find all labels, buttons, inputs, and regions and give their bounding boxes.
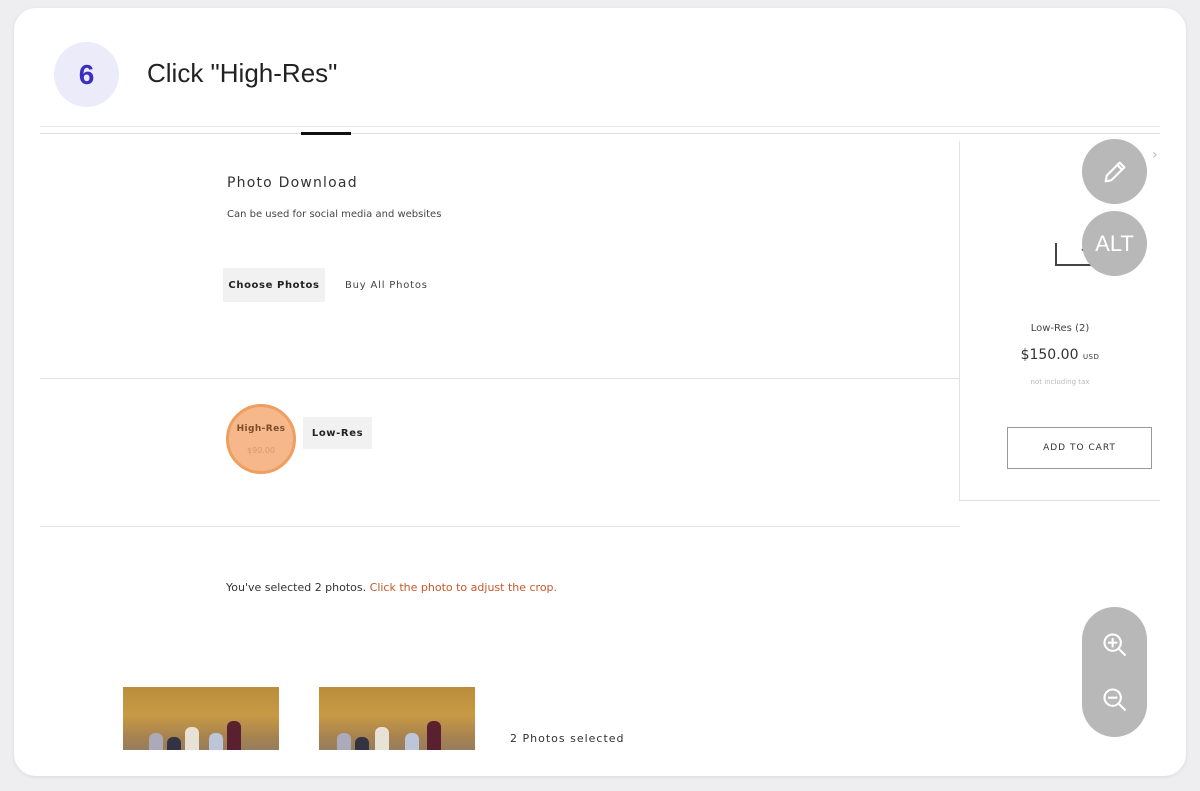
photo-figure (185, 727, 199, 750)
cart-item-label: Low-Res (2) (1030, 323, 1090, 334)
product-description: Can be used for social media and website… (227, 209, 442, 220)
divider (40, 526, 960, 527)
low-res-option[interactable]: Low-Res (303, 417, 372, 449)
step-instruction: Click "High-Res" (147, 58, 338, 88)
zoom-out-icon[interactable] (1101, 686, 1129, 714)
high-res-price: $90.00 (247, 445, 275, 455)
crop-hint: Click the photo to adjust the crop. (369, 581, 558, 594)
photo-figure (355, 737, 369, 750)
chevron-right-icon[interactable]: › (1152, 147, 1158, 163)
photo-figure (167, 737, 181, 750)
photo-figure (149, 733, 163, 750)
selected-photo-1[interactable] (123, 687, 279, 750)
choose-photos-button[interactable]: Choose Photos (223, 268, 325, 302)
alt-text-button[interactable]: ALT (1082, 211, 1147, 276)
selection-text: You've selected 2 photos. (226, 581, 367, 594)
step-number-badge: 6 (54, 42, 119, 107)
high-res-label: High-Res (236, 423, 286, 434)
selected-photo-2[interactable] (319, 687, 475, 750)
cart-price: $150.00 (1020, 347, 1079, 363)
photo-figure (427, 721, 441, 750)
product-title: Photo Download (227, 175, 358, 191)
selection-status: You've selected 2 photos. Click the phot… (226, 581, 557, 594)
cart-currency: USD (1082, 353, 1100, 361)
screenshot-frame: Photo Download Can be used for social me… (40, 126, 1160, 750)
photo-figure (209, 733, 223, 750)
cart-price-row: $150.00 USD (960, 347, 1160, 363)
zoom-controls (1082, 607, 1147, 737)
photo-figure (375, 727, 389, 750)
divider (40, 378, 960, 379)
buy-all-photos-button[interactable]: Buy All Photos (345, 280, 428, 291)
active-tab-indicator (301, 132, 351, 135)
edit-button[interactable] (1082, 139, 1147, 204)
tab-bar-divider (40, 133, 1160, 134)
pencil-icon (1104, 161, 1125, 182)
photos-selected-count: 2 Photos selected (510, 732, 625, 745)
zoom-in-icon[interactable] (1101, 631, 1129, 659)
photo-figure (337, 733, 351, 750)
photo-figure (227, 721, 241, 750)
tax-note: not including tax (1030, 378, 1090, 386)
photo-figure (405, 733, 419, 750)
high-res-option[interactable]: High-Res $90.00 (226, 404, 296, 474)
add-to-cart-button[interactable]: ADD TO CART (1007, 427, 1152, 469)
